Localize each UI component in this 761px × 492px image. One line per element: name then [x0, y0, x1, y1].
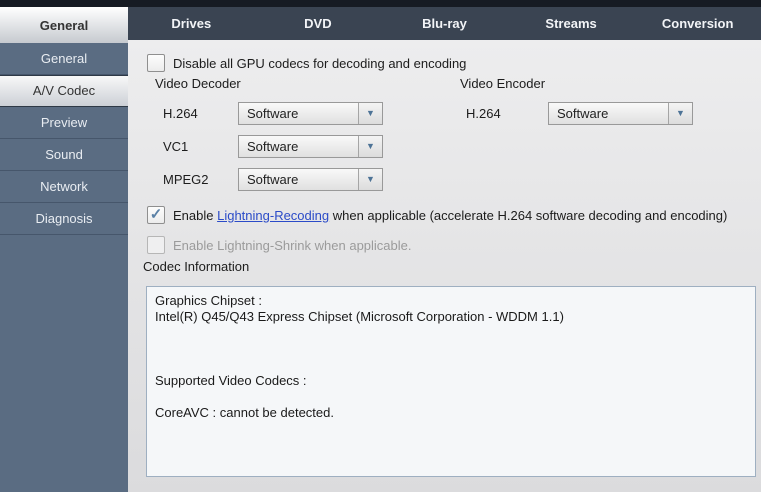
decoder-mpeg2-label: MPEG2	[163, 172, 209, 187]
tab-dvd[interactable]: DVD	[255, 7, 382, 40]
dropdown-arrow-button[interactable]: ▼	[358, 169, 382, 190]
mpeg2-decoder-value: Software	[247, 172, 299, 187]
disable-gpu-codecs-checkbox[interactable]	[147, 54, 165, 72]
dropdown-arrow-button[interactable]: ▼	[358, 103, 382, 124]
tab-conversion[interactable]: Conversion	[634, 7, 761, 40]
tab-bar: Drives DVD Blu-ray Streams Conversion	[128, 7, 761, 40]
sidebar-item-network[interactable]: Network	[0, 171, 128, 203]
video-decoder-title: Video Decoder	[155, 76, 241, 91]
decoder-h264-label: H.264	[163, 106, 198, 121]
sidebar-item-av-codec[interactable]: A/V Codec	[0, 75, 128, 107]
sidebar-item-preview[interactable]: Preview	[0, 107, 128, 139]
vc1-decoder-value: Software	[247, 139, 299, 154]
dropdown-arrow-button[interactable]: ▼	[358, 136, 382, 157]
tab-general[interactable]: General	[0, 7, 128, 43]
h264-encoder-value: Software	[557, 106, 609, 121]
tab-blu-ray[interactable]: Blu-ray	[381, 7, 508, 40]
window-top-edge	[0, 0, 761, 7]
lightning-recoding-checkbox[interactable]: ✓	[147, 206, 165, 224]
lightning-recoding-text-before: Enable	[173, 208, 218, 223]
codec-info-line	[155, 357, 747, 373]
h264-decoder-value: Software	[247, 106, 299, 121]
sidebar: General A/V Codec Preview Sound Network …	[0, 43, 128, 492]
lightning-shrink-checkbox	[147, 236, 165, 254]
sidebar-item-general[interactable]: General	[0, 43, 128, 75]
video-encoder-title: Video Encoder	[460, 76, 546, 91]
h264-decoder-dropdown[interactable]: Software ▼	[238, 102, 383, 125]
codec-information-box: Graphics Chipset : Intel(R) Q45/Q43 Expr…	[146, 286, 756, 477]
codec-info-line: CoreAVC : cannot be detected.	[155, 405, 334, 420]
checkmark-icon: ✓	[149, 206, 163, 223]
dropdown-arrow-button[interactable]: ▼	[668, 103, 692, 124]
codec-info-line	[155, 341, 747, 357]
disable-gpu-codecs-label: Disable all GPU codecs for decoding and …	[173, 56, 467, 71]
encoder-h264-label: H.264	[466, 106, 501, 121]
h264-encoder-dropdown[interactable]: Software ▼	[548, 102, 693, 125]
chevron-down-icon: ▼	[366, 141, 375, 151]
tab-streams[interactable]: Streams	[508, 7, 635, 40]
codec-info-line	[155, 389, 747, 405]
codec-info-line	[155, 325, 747, 341]
codec-info-line: Supported Video Codecs :	[155, 373, 307, 388]
lightning-recoding-link[interactable]: Lightning-Recoding	[217, 208, 329, 223]
settings-window: General Drives DVD Blu-ray Streams Conve…	[0, 0, 761, 492]
chevron-down-icon: ▼	[366, 108, 375, 118]
tab-drives[interactable]: Drives	[128, 7, 255, 40]
chevron-down-icon: ▼	[676, 108, 685, 118]
lightning-recoding-text-after: when applicable (accelerate H.264 softwa…	[329, 208, 728, 223]
codec-info-line: Intel(R) Q45/Q43 Express Chipset (Micros…	[155, 309, 564, 324]
decoder-vc1-label: VC1	[163, 139, 189, 154]
codec-information-title: Codec Information	[143, 259, 250, 274]
lightning-recoding-label: Enable Lightning-Recoding when applicabl…	[173, 207, 727, 224]
chevron-down-icon: ▼	[366, 174, 375, 184]
vc1-decoder-dropdown[interactable]: Software ▼	[238, 135, 383, 158]
mpeg2-decoder-dropdown[interactable]: Software ▼	[238, 168, 383, 191]
av-codec-panel: Disable all GPU codecs for decoding and …	[128, 40, 761, 492]
sidebar-item-diagnosis[interactable]: Diagnosis	[0, 203, 128, 235]
lightning-shrink-label: Enable Lightning-Shrink when applicable.	[173, 238, 412, 253]
sidebar-item-sound[interactable]: Sound	[0, 139, 128, 171]
codec-info-line: Graphics Chipset :	[155, 293, 262, 308]
